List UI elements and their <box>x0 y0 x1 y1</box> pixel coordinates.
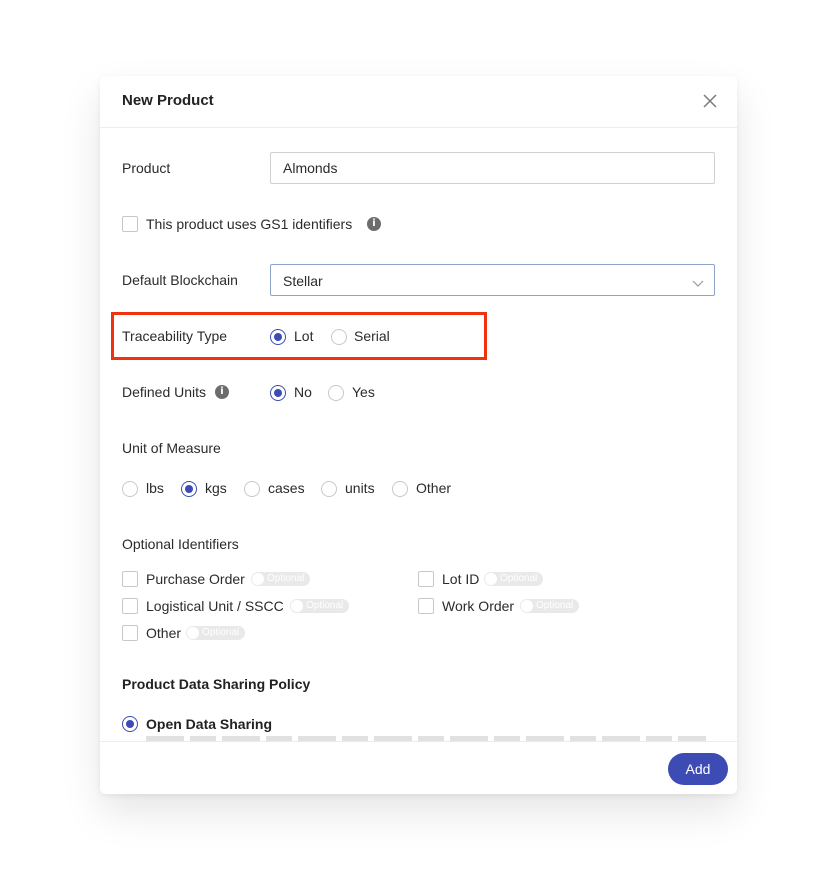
traceability-type-label: Traceability Type <box>122 328 228 344</box>
dialog-title: New Product <box>122 92 214 109</box>
dialog-footer: Add <box>100 741 737 794</box>
data-sharing-policy-title: Product Data Sharing Policy <box>122 676 311 692</box>
lot-id-optional-toggle[interactable]: Optional <box>484 572 544 586</box>
traceability-serial-radio[interactable] <box>331 329 347 345</box>
other-identifier-optional-toggle[interactable]: Optional <box>186 626 246 640</box>
defined-units-yes-label: Yes <box>352 384 375 400</box>
lot-id-label: Lot ID <box>442 571 480 587</box>
logistical-unit-checkbox[interactable] <box>122 598 138 614</box>
gs1-label: This product uses GS1 identifiers <box>146 216 353 232</box>
traceability-serial-label: Serial <box>354 328 390 344</box>
traceability-lot-radio[interactable] <box>270 329 286 345</box>
uom-kgs-label: kgs <box>205 480 227 496</box>
uom-lbs-radio[interactable] <box>122 481 138 497</box>
dialog-body: Product This product uses GS1 identifier… <box>100 128 737 742</box>
open-data-sharing-label: Open Data Sharing <box>146 716 273 732</box>
defined-units-label: Defined Units <box>122 384 207 400</box>
work-order-checkbox[interactable] <box>418 598 434 614</box>
uom-units-radio[interactable] <box>321 481 337 497</box>
uom-other-radio[interactable] <box>392 481 408 497</box>
open-data-sharing-radio[interactable] <box>122 716 138 732</box>
optional-identifiers-label: Optional Identifiers <box>122 536 239 552</box>
unit-of-measure-label: Unit of Measure <box>122 440 221 456</box>
lot-id-checkbox[interactable] <box>418 571 434 587</box>
blockchain-select-value: Stellar <box>283 273 323 289</box>
info-icon[interactable]: i <box>215 385 229 399</box>
product-input[interactable] <box>270 152 715 184</box>
other-identifier-checkbox[interactable] <box>122 625 138 641</box>
defined-units-yes-radio[interactable] <box>328 385 344 401</box>
uom-cases-label: cases <box>268 480 305 496</box>
new-product-dialog: New Product Product This product uses GS… <box>100 76 737 794</box>
product-label: Product <box>122 160 171 176</box>
uom-units-label: units <box>345 480 375 496</box>
add-button[interactable]: Add <box>668 753 728 785</box>
blockchain-select[interactable]: Stellar <box>270 264 715 296</box>
logistical-unit-label: Logistical Unit / SSCC <box>146 598 284 614</box>
uom-lbs-label: lbs <box>146 480 164 496</box>
traceability-lot-label: Lot <box>294 328 314 344</box>
gs1-checkbox[interactable] <box>122 216 138 232</box>
chevron-down-icon <box>692 275 704 287</box>
close-icon[interactable] <box>701 92 719 110</box>
defined-units-no-label: No <box>294 384 312 400</box>
work-order-label: Work Order <box>442 598 515 614</box>
other-identifier-label: Other <box>146 625 182 641</box>
info-icon[interactable]: i <box>367 217 381 231</box>
purchase-order-checkbox[interactable] <box>122 571 138 587</box>
logistical-unit-optional-toggle[interactable]: Optional <box>290 599 350 613</box>
work-order-optional-toggle[interactable]: Optional <box>520 599 580 613</box>
uom-other-label: Other <box>416 480 452 496</box>
defined-units-no-radio[interactable] <box>270 385 286 401</box>
uom-cases-radio[interactable] <box>244 481 260 497</box>
uom-kgs-radio[interactable] <box>181 481 197 497</box>
default-blockchain-label: Default Blockchain <box>122 272 238 288</box>
dialog-header: New Product <box>100 76 737 128</box>
purchase-order-label: Purchase Order <box>146 571 245 587</box>
purchase-order-optional-toggle[interactable]: Optional <box>251 572 311 586</box>
